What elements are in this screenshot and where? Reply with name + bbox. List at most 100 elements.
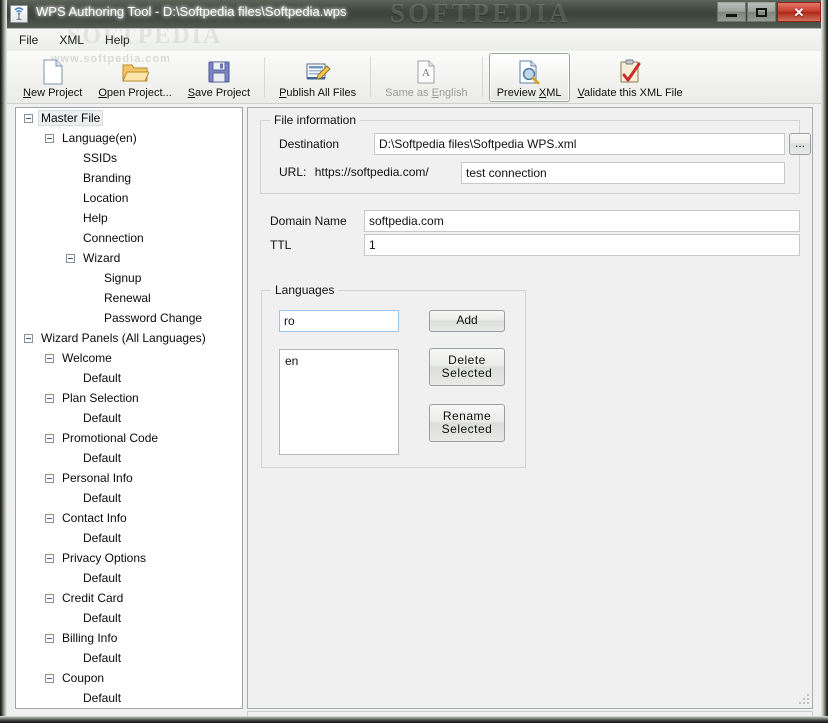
tree-expander-icon[interactable] [45,673,54,683]
tree-node-label: Location [83,191,129,205]
minimize-button[interactable] [717,2,746,22]
save-project-label: Save Project [187,87,251,99]
ttl-input[interactable] [364,234,800,256]
new-language-input[interactable] [279,310,399,332]
tree-node[interactable]: Connection [16,228,242,248]
open-project-button[interactable]: Open Project... [90,53,179,102]
tree-node[interactable]: Wizard [16,248,242,268]
close-icon: ✕ [793,4,805,20]
add-language-button[interactable]: Add [429,310,505,332]
tree-node-label: Default [83,691,122,705]
language-list-item[interactable]: en [280,353,398,371]
toolbar-separator [264,57,266,97]
publish-all-files-button[interactable]: Publish All Files [271,53,364,102]
tree-node[interactable]: Welcome [16,348,242,368]
save-project-button[interactable]: Save Project [180,53,258,102]
tree-node[interactable]: Promotional Code [16,428,242,448]
tree-node-label: Default [83,451,122,465]
tree-expander-icon[interactable] [24,113,33,123]
tree-expander-icon[interactable] [24,333,33,343]
tree-node[interactable]: Default [16,408,242,428]
menu-file[interactable]: File [10,30,47,50]
tree-expander-icon[interactable] [45,593,54,603]
tree-expander-icon[interactable] [45,353,54,363]
destination-label: Destination [279,137,340,151]
tree-node[interactable]: Location [16,188,242,208]
tree-node[interactable]: Default [16,368,242,388]
tree-node[interactable]: Billing Info [16,628,242,648]
project-tree[interactable]: Master File Language(en) SSIDs Branding Loca… [15,107,243,709]
preview-xml-label: Preview XML [496,87,562,99]
text-page-icon: A [414,58,438,86]
close-button[interactable]: ✕ [777,2,821,22]
tree-node[interactable]: Default [16,608,242,628]
delete-selected-button[interactable]: Delete Selected [429,348,505,386]
menu-help[interactable]: Help [96,30,139,50]
clipboard-check-icon [617,58,643,86]
tree-node[interactable]: Credit Card [16,588,242,608]
url-label-text: URL: [279,165,307,179]
tree-expander-icon[interactable] [45,633,54,643]
browse-destination-button[interactable]: ... [789,133,811,155]
tree-node-label: Coupon [62,671,105,685]
validate-xml-button[interactable]: Validate this XML File [570,53,691,102]
publish-all-files-label: Publish All Files [279,87,357,99]
domain-name-input[interactable] [364,210,800,232]
tree-node[interactable]: Help [16,208,242,228]
tree-node-label: Privacy Options [62,551,147,565]
tree-expander-icon[interactable] [45,553,54,563]
maximize-button[interactable] [747,2,776,22]
tree-node-label: Billing Info [62,631,118,645]
tree-node[interactable]: Master File [16,108,242,128]
tree-node[interactable]: Default [16,688,242,708]
rename-selected-button[interactable]: Rename Selected [429,404,505,442]
window-frame-bottom [0,716,828,723]
window-frame-left [0,0,7,723]
tree-node[interactable]: Default [16,528,242,548]
preview-xml-button[interactable]: Preview XML [488,53,570,102]
tree-node[interactable]: Branding [16,168,242,188]
tree-expander-icon[interactable] [66,253,75,263]
tree-node-label: Password Change [104,311,203,325]
url-path-input[interactable] [461,162,785,184]
tree-node-label: Contact Info [62,511,127,525]
tree-node[interactable]: Wizard Panels (All Languages) [16,328,242,348]
menu-xml[interactable]: XML [50,30,93,50]
same-as-english-button[interactable]: A Same as English [377,53,476,102]
tree-expander-icon[interactable] [45,393,54,403]
tree-node[interactable]: Default [16,568,242,588]
tree-node[interactable]: SSIDs [16,148,242,168]
tree-expander-icon[interactable] [45,433,54,443]
resize-grip[interactable] [799,694,811,706]
tree-expander-icon[interactable] [45,473,54,483]
tree-node[interactable]: Privacy Options [16,548,242,568]
tree-node[interactable]: Language(en) [16,128,242,148]
tree-node[interactable]: Personal Info [16,468,242,488]
tree-node-label: Default [83,571,122,585]
tree-node[interactable]: Credentials [16,708,242,709]
tree-node[interactable]: Contact Info [16,508,242,528]
window-title: WPS Authoring Tool - D:\Softpedia files\… [36,4,347,19]
tree-node[interactable]: Default [16,648,242,668]
new-project-button[interactable]: New Project [15,53,90,102]
tree-node[interactable]: Coupon [16,668,242,688]
floppy-disk-icon [206,58,232,86]
tree-node-label: Default [83,411,122,425]
tree-node-label: Language(en) [62,131,137,145]
tree-node[interactable]: Default [16,448,242,468]
tree-node[interactable]: Password Change [16,308,242,328]
add-label: Add [456,313,478,328]
delete-label-line2: Selected [441,366,493,380]
tree-node-label: Default [83,651,122,665]
languages-listbox[interactable]: en [279,349,399,455]
tree-node[interactable]: Signup [16,268,242,288]
title-watermark: SOFTPEDIA [390,0,572,28]
languages-group: Languages Add en Delete Selected Rename … [261,283,526,468]
tree-expander-icon[interactable] [45,513,54,523]
destination-input[interactable] [374,133,785,155]
tree-node[interactable]: Default [16,488,242,508]
tree-node[interactable]: Plan Selection [16,388,242,408]
window-controls: ✕ [716,2,821,22]
tree-expander-icon[interactable] [45,133,54,143]
tree-node[interactable]: Renewal [16,288,242,308]
